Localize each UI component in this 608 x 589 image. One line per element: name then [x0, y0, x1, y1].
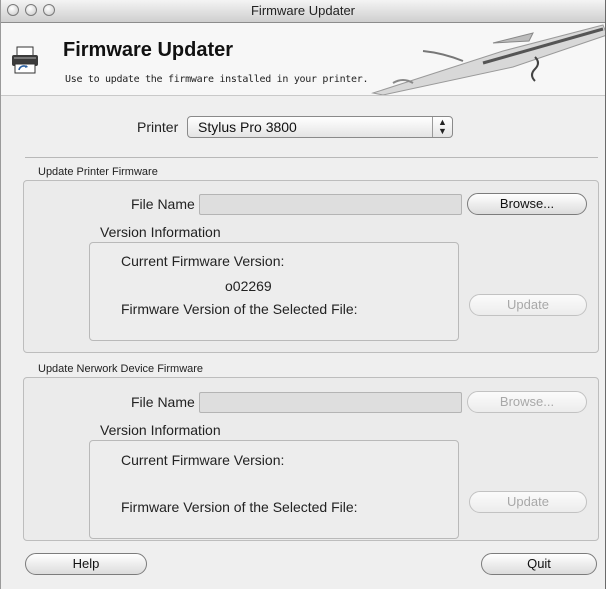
network-file-name-field[interactable] — [199, 392, 462, 413]
network-update-button[interactable]: Update — [469, 491, 587, 513]
printer-icon — [12, 46, 38, 74]
multitool-illustration — [371, 24, 605, 95]
firmware-updater-window: Firmware Updater Firmware Updater Use to… — [0, 0, 606, 589]
app-subtitle: Use to update the firmware installed in … — [65, 74, 369, 85]
printer-current-version-label: Current Firmware Version: — [121, 253, 285, 269]
app-header: Firmware Updater Use to update the firmw… — [1, 23, 605, 96]
network-browse-button[interactable]: Browse... — [467, 391, 587, 413]
printer-selected-version-label: Firmware Version of the Selected File: — [121, 301, 358, 317]
printer-current-version-value: o02269 — [225, 278, 272, 294]
printer-select[interactable]: Stylus Pro 3800 ▲ ▼ — [187, 116, 453, 138]
printer-file-name-label: File Name — [131, 196, 195, 212]
window-title: Firmware Updater — [250, 3, 356, 18]
printer-firmware-group-label: Update Printer Firmware — [38, 166, 158, 178]
network-version-info-label: Version Information — [100, 422, 221, 438]
network-file-name-label: File Name — [131, 394, 195, 410]
help-button[interactable]: Help — [25, 553, 147, 575]
printer-update-button[interactable]: Update — [469, 294, 587, 316]
network-firmware-group-label: Update Nerwork Device Firmware — [38, 363, 204, 375]
header-separator — [25, 157, 598, 158]
printer-file-name-field[interactable] — [199, 194, 462, 215]
network-current-version-label: Current Firmware Version: — [121, 452, 285, 468]
printer-browse-button[interactable]: Browse... — [467, 193, 587, 215]
printer-select-value: Stylus Pro 3800 — [198, 119, 297, 135]
quit-button[interactable]: Quit — [481, 553, 597, 575]
title-bar[interactable]: Firmware Updater — [1, 0, 605, 23]
network-selected-version-label: Firmware Version of the Selected File: — [121, 499, 358, 515]
printer-label: Printer — [137, 119, 179, 135]
select-arrows-icon: ▲ ▼ — [432, 117, 452, 137]
printer-version-info-label: Version Information — [100, 224, 221, 240]
app-title: Firmware Updater — [63, 39, 234, 61]
